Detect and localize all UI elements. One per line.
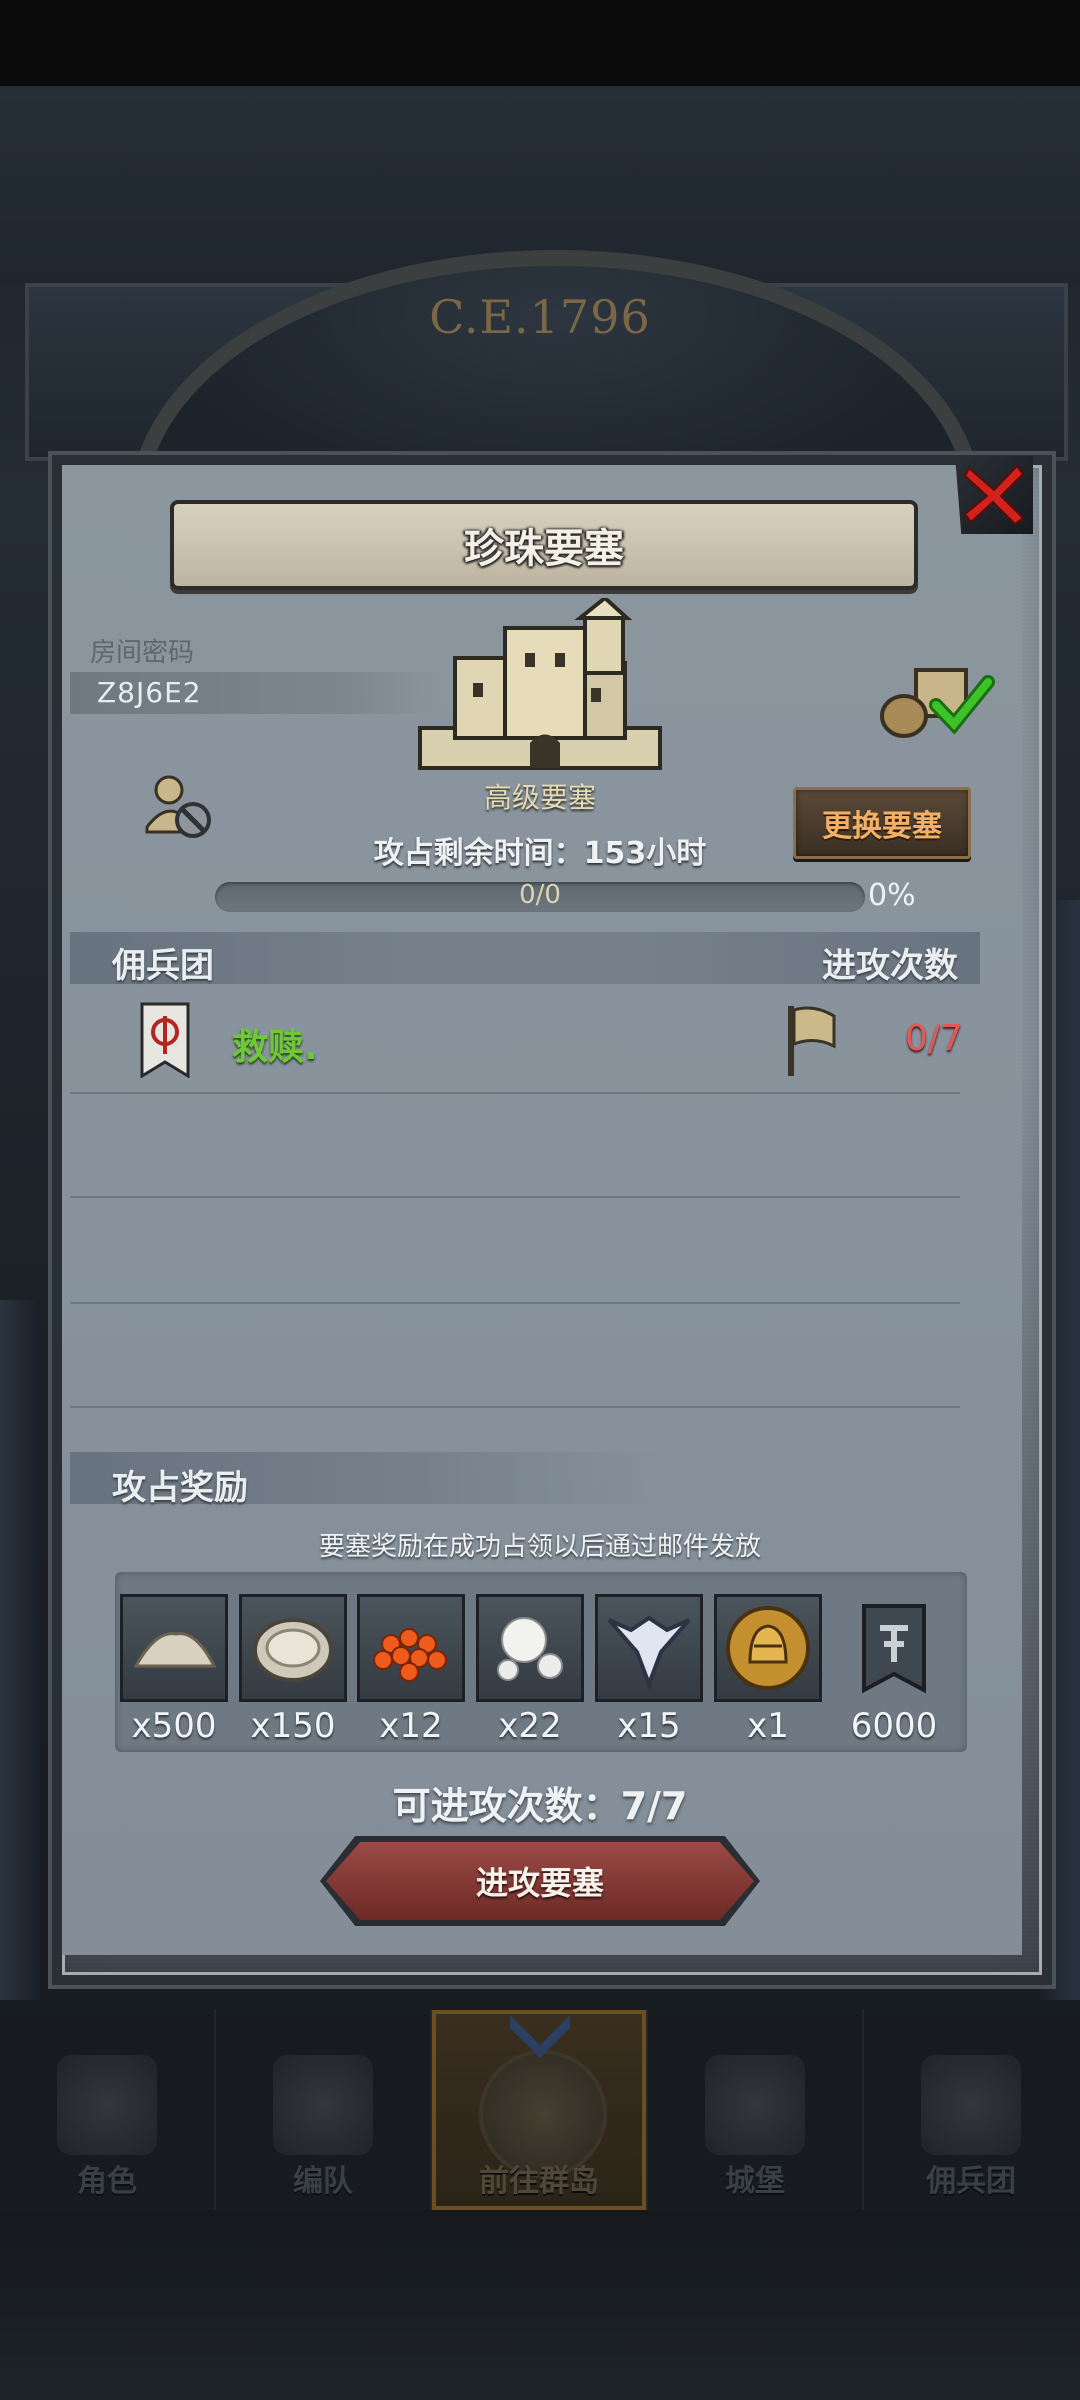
reward-quantity: 6000 [850,1706,938,1746]
row-divider [70,1092,960,1094]
guild-banner-icon [862,1604,926,1694]
helmet-icon [273,2055,373,2155]
row-divider [70,1406,960,1408]
attack-fortress-label: 进攻要塞 [475,1864,604,1902]
mercenary-icon [921,2055,1021,2155]
mercenary-header: 佣兵团 [112,946,214,986]
tab-castle[interactable]: 城堡 [648,2010,864,2210]
reward-item[interactable]: x22 [476,1594,584,1746]
tab-label: 前往群岛 [479,2164,599,2199]
room-code-label: 房间密码 [90,638,195,668]
mercenary-name[interactable]: 救赎. [232,1018,318,1070]
attack-fortress-button[interactable]: 进攻要塞 [326,1842,754,1920]
time-remaining: 攻占剩余时间：153小时 [373,836,707,871]
reward-item[interactable]: x500 [120,1594,228,1746]
tab-formation[interactable]: 编队 [216,2010,432,2210]
reward-header: 攻占奖励 [112,1468,248,1508]
dialog-title: 珍珠要塞 [464,526,624,572]
attacks-remaining: 可进攻次数：7/7 [392,1784,688,1828]
reward-quantity: x22 [498,1706,562,1746]
background-left-panel [0,1300,40,2000]
reward-quantity: x500 [131,1706,217,1746]
pearls-icon [497,1617,563,1681]
close-button[interactable] [955,456,1033,534]
change-fortress-button[interactable]: 更换要塞 [793,787,971,859]
fortress-type: 高级要塞 [483,781,596,814]
flag-icon [788,1006,836,1076]
progress-percent: 0% [868,878,916,913]
room-code-value: Z8J6E2 [97,676,202,709]
fish-roe-icon [373,1628,447,1682]
reward-quantity: x150 [250,1706,336,1746]
knight-icon [57,2055,157,2155]
supply-check-icon [880,668,995,738]
tab-label: 角色 [77,2164,137,2199]
no-player-icon [145,775,211,838]
close-icon [963,464,1025,526]
tab-label: 佣兵团 [926,2164,1016,2199]
crest-emblem-icon [607,1615,691,1690]
row-divider [70,1196,960,1198]
reward-item[interactable]: x150 [239,1594,347,1746]
reward-item[interactable]: x1 [714,1594,822,1746]
title-banner: 珍珠要塞 [170,500,918,590]
tab-character[interactable]: 角色 [0,2010,216,2210]
reward-note: 要塞奖励在成功占领以后通过邮件发放 [318,1532,761,1562]
bottom-backdrop [0,2210,1080,2400]
row-divider [70,1302,960,1304]
sand-pile-icon [133,1632,217,1668]
mercenary-banner-icon [140,1002,190,1078]
chevron-down-icon [510,2015,570,2058]
attack-count-header: 进攻次数 [822,946,958,986]
mercenary-attack-count: 0/7 [905,1018,963,1059]
oyster-icon [253,1618,333,1682]
reward-item[interactable]: x15 [595,1594,703,1746]
tab-mercenary[interactable]: 佣兵团 [864,2010,1078,2210]
era-label: C.E.1796 [429,290,651,344]
fortress-icon [418,598,662,770]
castle-icon [705,2055,805,2155]
reward-item[interactable]: 6000 [840,1594,948,1746]
change-fortress-label: 更换要塞 [822,809,942,844]
progress-count: 0/0 [519,880,561,910]
status-bar [0,0,1080,86]
tab-label: 编队 [293,2164,353,2199]
tab-label: 城堡 [725,2164,785,2199]
reward-item[interactable]: x12 [357,1594,465,1746]
reward-quantity: x12 [379,1706,443,1746]
reward-quantity: x1 [747,1706,789,1746]
reward-quantity: x15 [617,1706,681,1746]
golden-helmet-coin-icon [726,1606,810,1690]
